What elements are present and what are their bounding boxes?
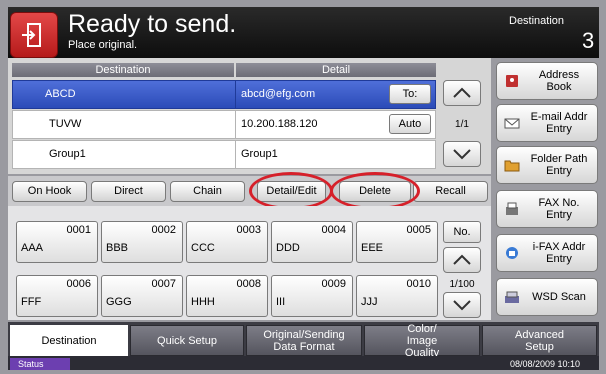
column-header-detail: Detail	[236, 63, 436, 77]
fax-icon	[506, 202, 518, 215]
key-number: 0003	[236, 224, 261, 236]
email-icon	[504, 118, 520, 129]
row-detail: 10.200.188.120	[241, 118, 318, 130]
key-number: 0001	[66, 224, 91, 236]
wsd-scan-label: WSD Scan	[532, 291, 586, 303]
direct-button[interactable]: Direct	[91, 181, 166, 202]
one-touch-key[interactable]: 0008 HHH	[186, 275, 268, 317]
folder-icon	[504, 160, 520, 172]
row-divider	[235, 141, 236, 168]
highlight-oval	[249, 172, 333, 210]
key-number: 0008	[236, 278, 261, 290]
tab-advanced-setup[interactable]: Advanced Setup	[482, 325, 597, 356]
scanner-icon	[505, 291, 519, 303]
email-entry-label: E-mail Addr Entry	[530, 111, 588, 135]
status-button[interactable]: Status	[10, 358, 70, 370]
key-name: GGG	[106, 296, 132, 308]
chevron-up-icon	[453, 87, 471, 98]
date-time: 08/08/2009 10:10	[510, 359, 581, 369]
keys-scroll-up-button[interactable]	[443, 247, 481, 273]
address-book-button[interactable]: Address Book	[496, 62, 598, 100]
page-subtitle: Place original.	[68, 39, 138, 51]
one-touch-key[interactable]: 0003 CCC	[186, 221, 268, 263]
table-page-indicator: 1/1	[455, 119, 469, 130]
one-touch-key[interactable]: 0002 BBB	[101, 221, 183, 263]
chevron-down-icon	[453, 300, 471, 311]
one-touch-key[interactable]: 0004 DDD	[271, 221, 353, 263]
fax-entry-label: FAX No. Entry	[538, 197, 580, 221]
key-number: 0006	[66, 278, 91, 290]
table-scroll-up-button[interactable]	[443, 80, 481, 106]
highlight-oval	[330, 172, 420, 210]
key-name: CCC	[191, 242, 215, 254]
table-row[interactable]: ABCD abcd@efg.com To:	[12, 80, 436, 109]
recall-button[interactable]: Recall	[413, 181, 488, 202]
chain-button[interactable]: Chain	[170, 181, 245, 202]
key-name: JJJ	[361, 296, 378, 308]
key-number: 0002	[151, 224, 176, 236]
table-row[interactable]: TUVW 10.200.188.120 Auto	[12, 110, 436, 139]
chevron-up-icon	[453, 254, 471, 265]
ifax-entry-label: i-FAX Addr Entry	[532, 241, 586, 265]
table-row[interactable]: Group1 Group1	[12, 140, 436, 169]
document-send-icon	[22, 23, 41, 47]
row-detail: Group1	[241, 148, 278, 160]
tab-destination[interactable]: Destination	[10, 325, 128, 356]
screen: Ready to send. Place original. Destinati…	[0, 0, 606, 374]
row-destination: Group1	[49, 148, 86, 160]
keys-page-indicator: 1/100	[449, 279, 475, 290]
on-hook-button[interactable]: On Hook	[12, 181, 87, 202]
table-scroll-down-button[interactable]	[443, 141, 481, 167]
column-header-destination: Destination	[12, 63, 234, 77]
key-number: 0004	[321, 224, 346, 236]
row-divider	[235, 111, 236, 138]
one-touch-key[interactable]: 0009 III	[271, 275, 353, 317]
key-number: 0009	[321, 278, 346, 290]
key-name: III	[276, 296, 286, 308]
key-name: AAA	[21, 242, 44, 254]
keys-scroll-down-button[interactable]	[443, 292, 481, 318]
home-button[interactable]	[10, 12, 58, 58]
row-destination: TUVW	[49, 118, 82, 130]
key-name: EEE	[361, 242, 384, 254]
key-name: DDD	[276, 242, 300, 254]
key-name: FFF	[21, 296, 42, 308]
key-name: HHH	[191, 296, 215, 308]
address-book-label: Address Book	[538, 69, 580, 93]
fax-entry-button[interactable]: FAX No. Entry	[496, 190, 598, 228]
one-touch-key[interactable]: 0010 JJJ	[356, 275, 438, 317]
key-number-search-button[interactable]: No.	[443, 221, 481, 243]
page-title: Ready to send.	[68, 10, 237, 38]
one-touch-key[interactable]: 0001 AAA	[16, 221, 98, 263]
one-touch-key[interactable]: 0007 GGG	[101, 275, 183, 317]
row-divider	[235, 81, 236, 108]
key-name: BBB	[106, 242, 129, 254]
address-book-icon	[506, 75, 518, 87]
tab-original-sending[interactable]: Original/Sending Data Format	[246, 325, 362, 356]
to-type-button[interactable]: To:	[389, 84, 431, 104]
key-number: 0007	[151, 278, 176, 290]
chevron-down-icon	[453, 149, 471, 160]
email-entry-button[interactable]: E-mail Addr Entry	[496, 104, 598, 142]
ifax-entry-button[interactable]: i-FAX Addr Entry	[496, 234, 598, 272]
destination-count-label: Destination	[509, 15, 565, 27]
destination-count: 3	[582, 28, 595, 53]
row-destination: ABCD	[45, 88, 76, 100]
key-number: 0005	[406, 224, 431, 236]
auto-type-button[interactable]: Auto	[389, 114, 431, 134]
wsd-scan-button[interactable]: WSD Scan	[496, 278, 598, 316]
tab-quick-setup[interactable]: Quick Setup	[130, 325, 244, 356]
folder-path-button[interactable]: Folder Path Entry	[496, 146, 598, 184]
tab-color-image[interactable]: Color/ Image Quality	[364, 323, 480, 359]
one-touch-key[interactable]: 0005 EEE	[356, 221, 438, 263]
key-number: 0010	[406, 278, 431, 290]
row-detail: abcd@efg.com	[241, 88, 316, 100]
folder-path-label: Folder Path Entry	[530, 153, 588, 177]
one-touch-key[interactable]: 0006 FFF	[16, 275, 98, 317]
ifax-icon	[506, 247, 518, 259]
